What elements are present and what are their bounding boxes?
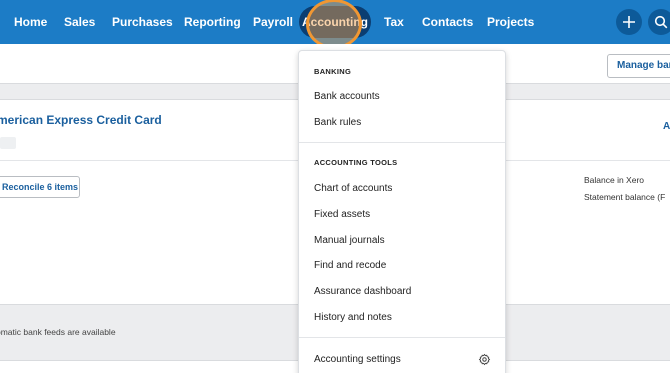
search-button[interactable] [648,9,670,35]
nav-accounting-label: Accounting [302,15,368,29]
menu-item-assurance-dashboard[interactable]: Assurance dashboard [314,286,411,297]
menu-item-accounting-settings[interactable]: Accounting settings [314,354,401,365]
banking-heading: BANKING [314,67,352,76]
statement-balance-label: Statement balance (F [584,192,666,202]
nav-purchases[interactable]: Purchases [112,0,173,44]
menu-item-bank-accounts[interactable]: Bank accounts [314,91,380,102]
menu-item-bank-rules[interactable]: Bank rules [314,117,361,128]
menu-item-history-and-notes[interactable]: History and notes [314,312,392,323]
menu-item-chart-of-accounts[interactable]: Chart of accounts [314,183,392,194]
gear-icon[interactable] [478,353,491,366]
menu-item-fixed-assets[interactable]: Fixed assets [314,209,370,220]
menu-item-find-and-recode[interactable]: Find and recode [314,260,386,271]
balance-in-xero-label: Balance in Xero [584,175,645,185]
search-icon [654,15,668,29]
reconcile-button[interactable]: Reconcile 6 items [0,176,80,198]
menu-separator [299,142,505,143]
nav-payroll[interactable]: Payroll [253,0,293,44]
menu-separator [299,337,505,338]
accounting-dropdown-menu: BANKING Bank accounts Bank rules ACCOUNT… [298,50,506,373]
menu-item-manual-journals[interactable]: Manual journals [314,235,385,246]
add-button[interactable] [616,9,642,35]
nav-sales[interactable]: Sales [64,0,95,44]
accounting-tools-heading: ACCOUNTING TOOLS [314,158,398,167]
plus-icon [623,16,635,28]
bank-feeds-notice: omatic bank feeds are available [0,327,116,337]
account-number-placeholder [0,137,16,149]
nav-tax[interactable]: Tax [384,0,404,44]
nav-reporting[interactable]: Reporting [184,0,241,44]
manage-bank-button[interactable]: Manage bank [607,54,670,78]
nav-home[interactable]: Home [14,0,47,44]
nav-projects[interactable]: Projects [487,0,534,44]
account-edge-link[interactable]: A [663,121,670,132]
account-title[interactable]: merican Express Credit Card [0,113,162,127]
nav-contacts[interactable]: Contacts [422,0,473,44]
nav-accounting[interactable]: Accounting [299,6,371,38]
top-nav: Home Sales Purchases Reporting Payroll A… [0,0,670,44]
